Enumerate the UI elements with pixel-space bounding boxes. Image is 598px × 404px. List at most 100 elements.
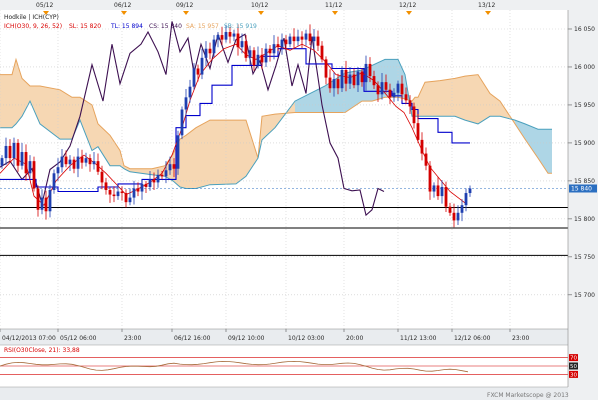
candle-body	[36, 188, 40, 210]
candle-body	[360, 71, 364, 83]
candle-body	[104, 182, 108, 191]
candle-body	[384, 82, 388, 90]
candle-body	[276, 44, 280, 48]
candle-body	[388, 89, 392, 98]
candle-body	[252, 50, 256, 66]
candle-body	[308, 33, 312, 42]
candle-body	[180, 109, 184, 136]
candle-body	[272, 44, 276, 54]
top-date-label: 10/12	[251, 2, 268, 9]
candle-body	[396, 83, 400, 93]
candle-body	[156, 174, 160, 183]
rsi-level-label: 30	[570, 372, 577, 378]
candle-body	[256, 54, 260, 66]
top-date-label: 11/12	[325, 2, 342, 9]
candle-bullish	[180, 106, 184, 140]
y-tick-label: 15 700	[574, 292, 595, 299]
candle-body	[448, 206, 452, 213]
x-tick-label: 10/12 03:00	[288, 335, 325, 342]
candle-body	[280, 39, 284, 48]
x-tick-label: 06/12 16:00	[174, 335, 211, 342]
candle-body	[184, 97, 188, 110]
x-tick-label: 11/12 13:00	[400, 335, 437, 342]
candle-body	[324, 59, 328, 78]
x-tick-label: 09/12 10:00	[228, 335, 265, 342]
candle-body	[464, 193, 468, 206]
candle-body	[424, 153, 428, 166]
candle-body	[172, 164, 176, 169]
x-tick-label: 05/12 06:00	[60, 335, 97, 342]
ichimoku-chart: 705030 16 05016 00015 95015 90015 85015 …	[0, 0, 598, 400]
right-axis-strip	[568, 0, 598, 400]
ichimoku-legend-cs: CS: 15 840	[149, 23, 182, 30]
candle-body	[368, 63, 372, 77]
x-tick-label: 23:00	[512, 335, 529, 342]
top-date-label: 06/12	[114, 2, 131, 9]
candle-body	[120, 191, 124, 194]
candle-body	[420, 139, 424, 154]
candle-body	[168, 164, 172, 171]
candle-body	[216, 35, 220, 40]
candle-body	[444, 186, 448, 207]
candle-body	[344, 70, 348, 84]
candle-body	[152, 179, 156, 183]
ichimoku-legend-name: ICH(O30, 9, 26, 52)	[4, 23, 62, 30]
footer-credit: FXCM Marketscope @ 2013	[487, 392, 569, 399]
ichimoku-legend-tl: TL: 15 894	[110, 23, 143, 30]
candle-body	[220, 35, 224, 40]
candle-bullish	[176, 130, 180, 175]
candle-body	[40, 197, 44, 210]
instrument-title: Hodkile | ICH(CYP)	[4, 14, 59, 21]
candle-body	[208, 48, 212, 54]
y-tick-label: 15 800	[574, 216, 595, 223]
candle-body	[240, 41, 244, 48]
candle-body	[372, 76, 376, 86]
candle-body	[340, 70, 344, 89]
candle-body	[176, 135, 180, 169]
candle-body	[248, 50, 252, 58]
candle-body	[96, 161, 100, 172]
candle-body	[192, 68, 196, 87]
candle-body	[364, 63, 368, 83]
candle-body	[0, 158, 4, 166]
candle-body	[260, 54, 264, 63]
candle-body	[236, 33, 240, 48]
candle-body	[316, 36, 320, 46]
kumo-bearish-segment	[186, 127, 196, 189]
kumo-bearish-segment	[465, 74, 478, 124]
candle-body	[244, 41, 248, 58]
candle-body	[436, 185, 440, 197]
candle-body	[288, 36, 292, 45]
candle-body	[428, 165, 432, 192]
candle-body	[48, 190, 52, 212]
candle-body	[164, 170, 168, 177]
candle-body	[380, 82, 384, 95]
y-tick-label: 16 000	[574, 64, 595, 71]
candle-body	[124, 193, 128, 203]
candle-body	[92, 161, 96, 165]
candle-body	[148, 179, 152, 187]
candle-body	[128, 197, 132, 203]
y-tick-label: 15 900	[574, 140, 595, 147]
candle-body	[200, 57, 204, 75]
rsi-level-label: 70	[570, 356, 577, 362]
kumo-bearish-segment	[0, 74, 12, 128]
candle-body	[24, 152, 28, 174]
y-tick-label: 16 050	[574, 26, 595, 33]
kumo-bearish-segment	[196, 120, 210, 189]
candle-body	[20, 152, 24, 166]
candle-body	[188, 86, 192, 98]
candle-body	[452, 212, 456, 221]
kumo-bearish-segment	[210, 120, 236, 185]
kumo-bearish-segment	[236, 120, 246, 184]
candle-body	[196, 68, 200, 75]
candle-body	[352, 74, 356, 86]
candle-body	[304, 33, 308, 40]
candle-body	[56, 167, 60, 174]
candle-body	[320, 45, 324, 60]
candle-body	[392, 92, 396, 98]
candle-body	[140, 183, 144, 192]
candle-body	[232, 33, 236, 37]
candle-bullish	[340, 66, 344, 93]
candle-body	[64, 156, 68, 165]
